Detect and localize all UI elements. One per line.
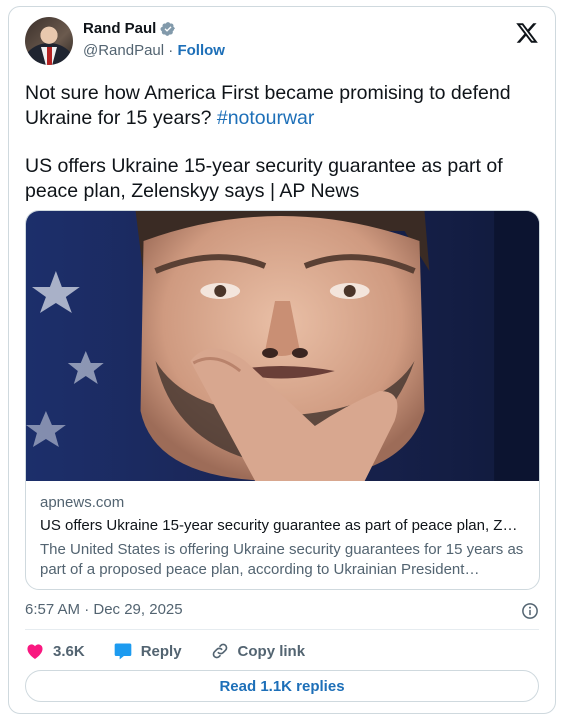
follow-button[interactable]: Follow	[177, 42, 225, 59]
author-name-row: Rand Paul	[83, 20, 176, 37]
reply-button[interactable]: Reply	[113, 641, 182, 661]
link-preview-card[interactable]: apnews.com US offers Ukraine 15-year sec…	[25, 210, 540, 590]
tweet-timestamp[interactable]: 6:57 AM · Dec 29, 2025	[25, 601, 183, 618]
author-handle-row: @RandPaul · Follow	[83, 42, 225, 59]
link-preview-meta: apnews.com US offers Ukraine 15-year sec…	[40, 494, 525, 580]
link-icon	[212, 643, 227, 659]
avatar-tie	[47, 47, 52, 65]
tweet-header: Rand Paul @RandPaul · Follow	[25, 17, 539, 69]
tweet-headline: US offers Ukraine 15-year security guara…	[25, 155, 503, 202]
like-count: 3.6K	[53, 642, 85, 660]
author-handle[interactable]: @RandPaul	[83, 42, 164, 59]
divider	[25, 629, 539, 630]
timestamp-row: 6:57 AM · Dec 29, 2025	[25, 601, 539, 623]
link-preview-image	[26, 211, 539, 481]
info-icon[interactable]	[521, 602, 539, 620]
copy-link-button[interactable]: Copy link	[210, 641, 306, 661]
action-bar: 3.6K Reply Copy link	[25, 639, 333, 663]
link-description: The United States is offering Ukraine se…	[40, 541, 524, 578]
speech-bubble-icon	[114, 643, 132, 660]
like-button[interactable]: 3.6K	[25, 641, 85, 661]
copy-link-label: Copy link	[237, 642, 306, 660]
handle-separator: ·	[164, 42, 178, 59]
link-domain: apnews.com	[40, 494, 125, 511]
read-replies-button[interactable]: Read 1.1K replies	[25, 670, 539, 702]
hashtag-link[interactable]: #notourwar	[217, 107, 315, 129]
heart-icon	[27, 644, 43, 660]
tweet-text: Not sure how America First became promis…	[25, 81, 537, 203]
verified-badge-icon	[160, 21, 176, 36]
tweet-body: Not sure how America First became promis…	[25, 81, 537, 130]
link-title: US offers Ukraine 15-year security guara…	[40, 517, 525, 534]
tweet-embed-card: Rand Paul @RandPaul · Follow Not sure ho…	[8, 6, 556, 714]
reply-label: Reply	[140, 642, 182, 660]
avatar[interactable]	[25, 17, 73, 65]
author-name[interactable]: Rand Paul	[83, 20, 156, 37]
x-logo-icon[interactable]	[515, 21, 539, 45]
